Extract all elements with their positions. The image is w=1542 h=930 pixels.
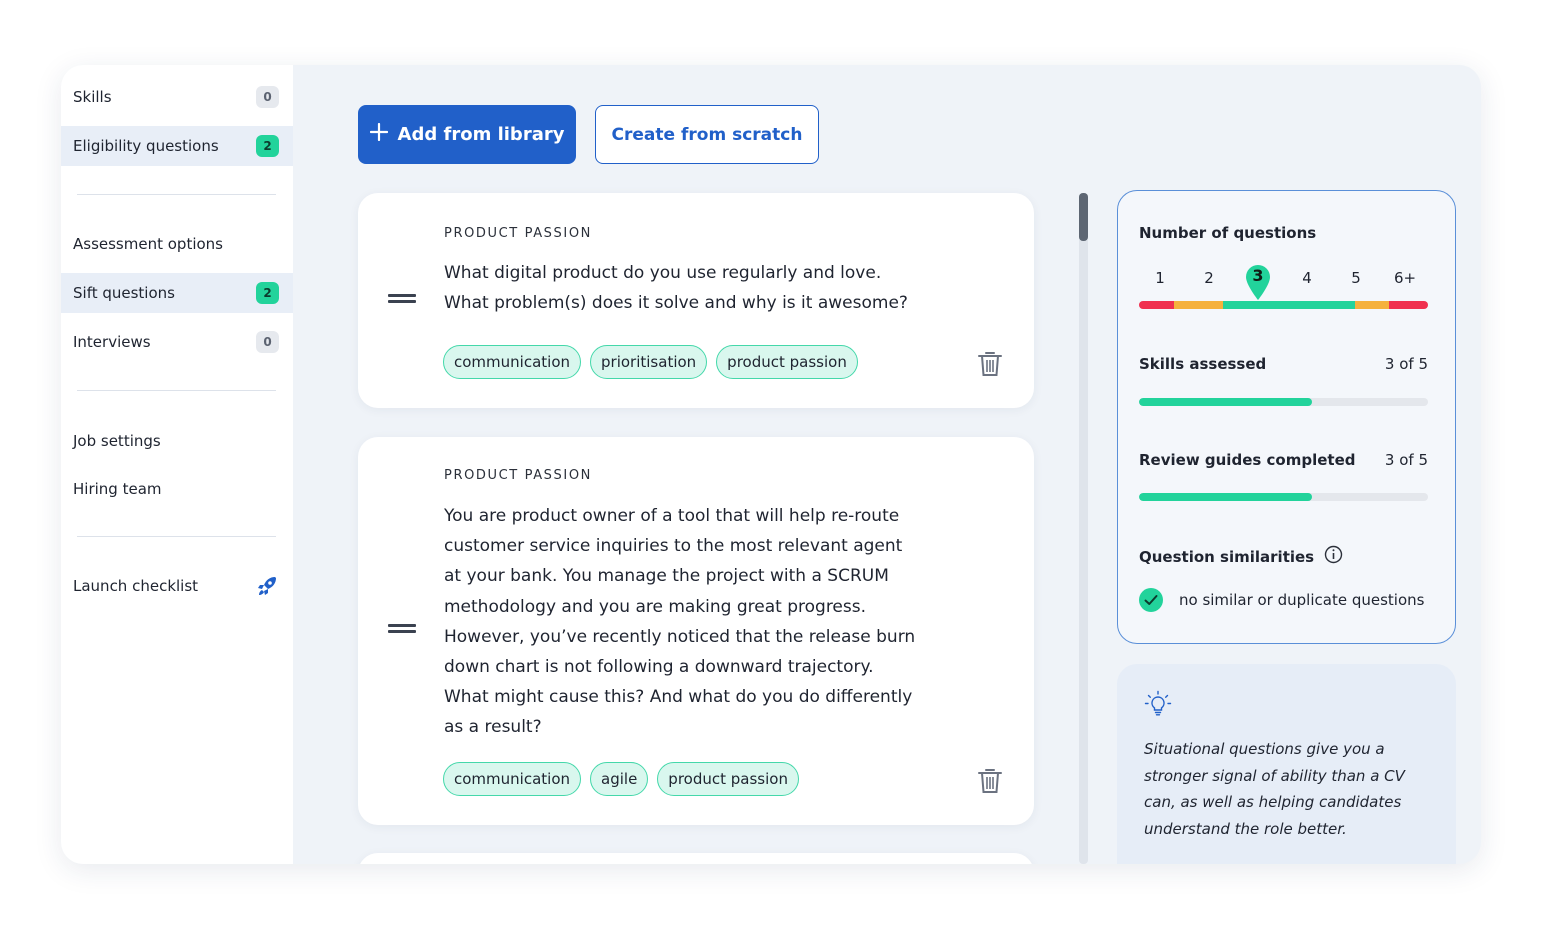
question-text: What digital product do you use regularl… <box>444 258 944 318</box>
divider <box>77 536 276 537</box>
sidebar-item-job-settings[interactable]: Job settings <box>61 421 293 461</box>
skills-assessed-value: 3 of 5 <box>1384 355 1428 373</box>
sidebar-item-eligibility-questions[interactable]: Eligibility questions 2 <box>61 126 293 166</box>
question-card: PRODUCT PASSION What digital product do … <box>358 193 1034 408</box>
sidebar-item-launch-checklist[interactable]: Launch checklist <box>61 566 293 606</box>
create-from-scratch-label: Create from scratch <box>611 124 803 145</box>
plus-icon <box>369 122 388 146</box>
count-badge: 0 <box>256 331 279 353</box>
trash-icon[interactable] <box>977 350 1003 382</box>
selected-count-marker[interactable]: 3 <box>1244 263 1272 305</box>
question-line: However, you’ve recently noticed that th… <box>444 626 916 647</box>
tip-text: Situational questions give you a stronge… <box>1144 740 1405 838</box>
tag-list: communication agile product passion <box>443 762 799 796</box>
rocket-icon <box>255 574 279 602</box>
sidebar-item-label: Assessment options <box>73 235 223 253</box>
similarity-status-text: no similar or duplicate questions <box>1179 591 1425 609</box>
sidebar-item-label: Eligibility questions <box>73 137 219 155</box>
sidebar-item-sift-questions[interactable]: Sift questions 2 <box>61 273 293 313</box>
stats-panel: Number of questions 1 2 4 5 6+ 3 Skills … <box>1117 190 1456 644</box>
question-count-range-bar <box>1139 301 1428 309</box>
count-badge: 2 <box>256 282 279 304</box>
question-line: methodology and you are making great pro… <box>444 596 867 617</box>
divider <box>77 390 276 391</box>
sidebar-item-label: Hiring team <box>73 480 162 498</box>
count-badge: 0 <box>256 86 279 108</box>
sidebar-item-skills[interactable]: Skills 0 <box>61 77 293 117</box>
sidebar-item-label: Interviews <box>73 333 151 351</box>
question-category: PRODUCT PASSION <box>444 468 592 483</box>
question-similarities-label: Question similarities <box>1139 547 1315 566</box>
sidebar-item-assessment-options[interactable]: Assessment options <box>61 224 293 264</box>
skills-progress-fill <box>1139 398 1313 406</box>
trash-icon[interactable] <box>977 767 1003 799</box>
review-guides-value: 3 of 5 <box>1384 451 1428 469</box>
create-from-scratch-button[interactable]: Create from scratch <box>595 105 819 164</box>
skill-tag[interactable]: agile <box>590 762 649 796</box>
question-count-option[interactable]: 2 <box>1194 269 1224 287</box>
scrollbar-thumb[interactable] <box>1079 193 1088 241</box>
similarity-status: no similar or duplicate questions <box>1139 588 1424 612</box>
question-count-option[interactable]: 1 <box>1145 269 1175 287</box>
question-text: You are product owner of a tool that wil… <box>444 501 944 743</box>
selected-count-value: 3 <box>1252 266 1264 285</box>
question-line: as a result? <box>444 717 542 738</box>
question-line: down chart is not following a downward t… <box>444 657 874 678</box>
sidebar-item-label: Job settings <box>73 432 161 450</box>
question-card <box>358 853 1034 864</box>
number-of-questions-label: Number of questions <box>1139 224 1317 242</box>
sidebar-item-hiring-team[interactable]: Hiring team <box>61 469 293 509</box>
skill-tag[interactable]: product passion <box>716 345 858 379</box>
question-line: You are product owner of a tool that wil… <box>444 506 900 526</box>
question-count-option[interactable]: 4 <box>1292 269 1322 287</box>
question-line: customer service inquiries to the most r… <box>444 536 903 557</box>
review-guides-progress-fill <box>1139 493 1313 501</box>
app-window: Skills 0 Eligibility questions 2 Assessm… <box>61 65 1481 864</box>
skills-assessed-label: Skills assessed <box>1139 355 1267 373</box>
review-guides-label: Review guides completed <box>1139 451 1356 469</box>
check-circle-icon <box>1139 588 1163 612</box>
info-icon[interactable] <box>1324 545 1343 568</box>
sidebar-item-label: Launch checklist <box>73 577 199 595</box>
lightbulb-icon <box>1144 690 1172 722</box>
question-count-option[interactable]: 6+ <box>1390 269 1420 287</box>
question-category: PRODUCT PASSION <box>444 226 592 241</box>
tip-panel: Situational questions give you a stronge… <box>1117 664 1456 864</box>
question-line: What problem(s) does it solve and why is… <box>444 293 908 314</box>
sidebar-item-interviews[interactable]: Interviews 0 <box>61 322 293 362</box>
divider <box>77 194 276 195</box>
skill-tag[interactable]: product passion <box>657 762 799 796</box>
skill-tag[interactable]: prioritisation <box>590 345 708 379</box>
scrollbar[interactable] <box>1079 193 1088 864</box>
add-from-library-button[interactable]: Add from library <box>358 105 576 164</box>
review-guides-progress-bar <box>1139 493 1428 501</box>
count-badge: 2 <box>256 135 279 157</box>
tag-list: communication prioritisation product pas… <box>443 345 858 379</box>
skill-tag[interactable]: communication <box>443 345 582 379</box>
drag-handle-icon[interactable] <box>388 624 416 633</box>
drag-handle-icon[interactable] <box>388 294 416 303</box>
question-card: PRODUCT PASSION You are product owner of… <box>358 437 1034 825</box>
sidebar: Skills 0 Eligibility questions 2 Assessm… <box>61 65 293 864</box>
question-line: What digital product do you use regularl… <box>444 263 882 283</box>
sidebar-item-label: Sift questions <box>73 284 175 302</box>
question-count-option[interactable]: 5 <box>1341 269 1371 287</box>
question-line: What might cause this? And what do you d… <box>444 687 913 708</box>
skills-progress-bar <box>1139 398 1428 406</box>
skill-tag[interactable]: communication <box>443 762 582 796</box>
question-line: at your bank. You manage the project wit… <box>444 566 889 587</box>
add-from-library-label: Add from library <box>397 124 565 145</box>
sidebar-item-label: Skills <box>73 88 112 106</box>
question-similarities-heading: Question similarities <box>1139 545 1343 568</box>
